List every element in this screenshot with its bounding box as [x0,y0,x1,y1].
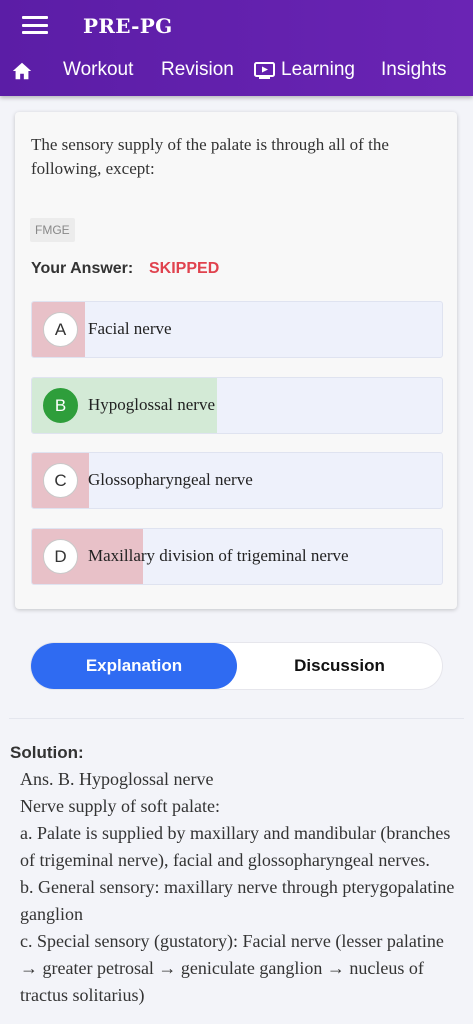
option-b[interactable]: B Hypoglossal nerve [31,377,443,434]
solution-line: b. General sensory: maxillary nerve thro… [20,877,455,924]
option-letter: D [43,539,78,574]
question-card: The sensory supply of the palate is thro… [15,112,457,609]
top-nav: Workout Revision Learning Insights [0,56,473,88]
play-screen-icon [254,61,275,79]
divider [9,718,464,719]
option-letter: A [43,312,78,347]
solution-body: Ans. B. Hypoglossal nerve Nerve supply o… [20,766,460,1009]
nav-learning[interactable]: Learning [254,59,355,81]
solution-line: Ans. B. Hypoglossal nerve [20,769,214,789]
nav-learning-label: Learning [281,59,355,80]
option-d[interactable]: D Maxillary division of trigeminal nerve [31,528,443,585]
app-header: PRE-PG Workout Revision Learning Insight… [0,0,473,96]
hamburger-menu-icon[interactable] [22,16,48,36]
tab-explanation[interactable]: Explanation [31,643,237,689]
question-text: The sensory supply of the palate is thro… [31,135,389,178]
option-letter: C [43,463,78,498]
option-letter: B [43,388,78,423]
app-title: PRE-PG [83,14,173,38]
home-icon[interactable] [11,60,33,82]
option-text: Facial nerve [88,319,172,338]
option-text: Glossopharyngeal nerve [88,470,253,489]
nav-workout[interactable]: Workout [63,59,133,81]
nav-insights[interactable]: Insights [381,59,446,81]
option-text: Maxillary division of trigeminal nerve [88,546,349,565]
exam-tag: FMGE [30,218,75,242]
nav-revision[interactable]: Revision [161,59,234,81]
option-a[interactable]: A Facial nerve [31,301,443,358]
explanation-discussion-tabs: Explanation Discussion [31,643,442,689]
tab-discussion[interactable]: Discussion [237,643,442,689]
option-text: Hypoglossal nerve [88,395,216,414]
your-answer-label: Your Answer: [31,260,134,277]
solution-title: Solution: [10,743,84,762]
option-c[interactable]: C Glossopharyngeal nerve [31,452,443,509]
solution-line: c. Special sensory (gustatory): Facial n… [20,931,444,1005]
your-answer-status: SKIPPED [149,260,220,277]
solution-line: Nerve supply of soft palate: [20,796,220,816]
solution-line: a. Palate is supplied by maxillary and m… [20,823,451,870]
